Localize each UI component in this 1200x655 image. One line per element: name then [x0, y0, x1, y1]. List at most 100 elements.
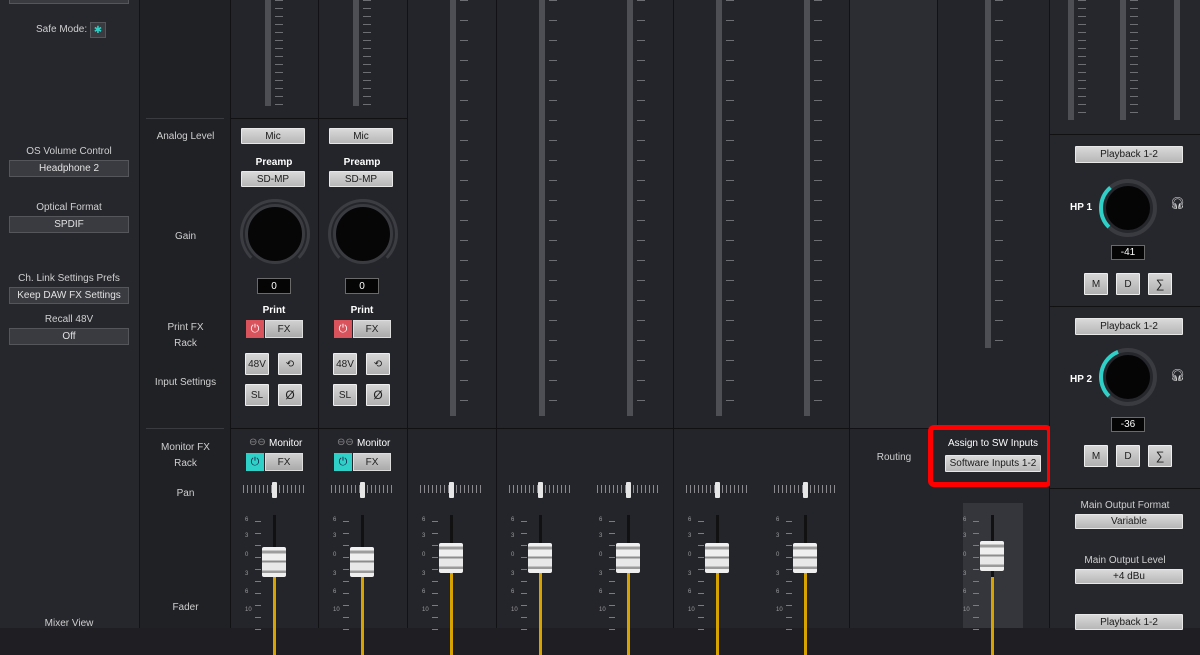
analog-level-button[interactable]: Mic [329, 128, 393, 144]
hp1-dim-button[interactable]: D [1116, 273, 1140, 295]
print-label: Print [350, 305, 374, 316]
os-volume-select[interactable]: Headphone 2 [9, 160, 129, 177]
fader[interactable]: 6 3 0 3 6 10 [333, 515, 393, 655]
fader-handle[interactable] [705, 543, 729, 573]
fader[interactable]: 6 3 0 3 6 10 [599, 515, 659, 655]
hp1-sum-button[interactable]: ∑ [1148, 273, 1172, 295]
phase-button[interactable]: Ø [278, 384, 302, 406]
pan-slider[interactable] [509, 482, 571, 498]
print-label: Print [262, 305, 286, 316]
phantom-48v-button[interactable]: 48V [333, 353, 357, 375]
fader[interactable]: 6 3 0 3 6 10 [422, 515, 482, 655]
sl-button[interactable]: SL [333, 384, 357, 406]
print-fx-label-2: Rack [174, 338, 197, 349]
pan-slider[interactable] [243, 482, 305, 498]
chlink-select[interactable]: Keep DAW FX Settings [9, 287, 129, 304]
divider [146, 428, 224, 429]
pan-slider[interactable] [420, 482, 482, 498]
hp2-source-select[interactable]: Playback 1-2 [1075, 318, 1183, 335]
monitor-fx-button[interactable]: FX [353, 453, 391, 471]
gear-icon: ✱ [93, 24, 103, 36]
fader-handle[interactable] [350, 547, 374, 577]
fader-handle[interactable] [616, 543, 640, 573]
gain-knob[interactable] [333, 204, 393, 264]
channel-strip-3: 6 3 0 3 6 10 [408, 0, 497, 655]
main-output-format-select[interactable]: Variable [1075, 514, 1183, 529]
fader[interactable]: 6 3 0 3 6 10 [688, 515, 748, 655]
hp2-dim-button[interactable]: D [1116, 445, 1140, 467]
optical-format-select[interactable]: SPDIF [9, 216, 129, 233]
preamp-select[interactable]: SD-MP [241, 171, 305, 187]
fader[interactable]: 6 3 0 3 6 10 [776, 515, 836, 655]
print-fx-button[interactable]: FX [265, 320, 303, 338]
fader-handle[interactable] [262, 547, 286, 577]
empty-strip: Routing [850, 0, 938, 628]
monitor-label: Monitor [357, 438, 391, 449]
hp1-mute-button[interactable]: M [1084, 273, 1108, 295]
fader[interactable]: 6 3 0 3 6 10 [245, 515, 305, 655]
gain-value[interactable]: 0 [257, 278, 291, 294]
hp2-knob-ring[interactable] [1097, 346, 1159, 408]
channel-strip-6: 6 3 0 3 6 10 [674, 0, 763, 655]
reset-icon[interactable]: ⟲ [278, 353, 302, 375]
monitor-power-icon[interactable]: ⏻ [246, 453, 264, 471]
divider [1050, 306, 1200, 307]
top-field-stub[interactable] [9, 0, 129, 4]
monitor-fx-button[interactable]: FX [265, 453, 303, 471]
fader-handle[interactable] [980, 541, 1004, 571]
link-icon[interactable]: ⊖⊖ [249, 437, 266, 448]
meter-bar [450, 0, 456, 416]
os-volume-label: OS Volume Control [26, 146, 112, 157]
fader[interactable]: 6 3 0 3 6 10 [511, 515, 571, 655]
hp2-mute-button[interactable]: M [1084, 445, 1108, 467]
master-fader[interactable]: 6 3 0 3 6 10 [963, 515, 1023, 655]
out-meter-2 [1120, 0, 1126, 120]
gain-knob[interactable] [245, 204, 305, 264]
main-output-level-select[interactable]: +4 dBu [1075, 569, 1183, 584]
divider [231, 118, 318, 119]
phantom-48v-button[interactable]: 48V [245, 353, 269, 375]
analog-level-button[interactable]: Mic [241, 128, 305, 144]
divider [319, 428, 407, 429]
fader-handle[interactable] [528, 543, 552, 573]
recall-48v-select[interactable]: Off [9, 328, 129, 345]
link-icon[interactable]: ⊖⊖ [337, 437, 354, 448]
divider [497, 428, 585, 429]
monitor-power-icon[interactable]: ⏻ [334, 453, 352, 471]
channel-strip-2: Mic Preamp SD-MP 0 Print ⏻ FX 48V ⟲ SL Ø… [319, 0, 408, 655]
master-meter-bar [985, 0, 991, 348]
pan-slider[interactable] [774, 482, 836, 498]
pan-slider[interactable] [686, 482, 748, 498]
output-panel: Playback 1-2 HP 1 🎧︎ -41 M D ∑ Playback … [1050, 0, 1200, 630]
divider [1050, 488, 1200, 489]
headphones-icon: 🎧︎ [1170, 196, 1186, 210]
pan-slider[interactable] [331, 482, 393, 498]
hp2-value[interactable]: -36 [1111, 417, 1145, 432]
meter-scale [726, 0, 734, 416]
preamp-label: Preamp [343, 157, 381, 168]
hp1-value[interactable]: -41 [1111, 245, 1145, 260]
print-fx-button[interactable]: FX [353, 320, 391, 338]
fader-handle[interactable] [439, 543, 463, 573]
meter-scale [637, 0, 645, 416]
fader-label: Fader [172, 602, 199, 613]
hp2-sum-button[interactable]: ∑ [1148, 445, 1172, 467]
preamp-select[interactable]: SD-MP [329, 171, 393, 187]
safe-mode-toggle[interactable]: ✱ [90, 22, 106, 38]
print-power-icon[interactable]: ⏻ [246, 320, 264, 338]
monitor-fx-label-2: Rack [174, 458, 197, 469]
print-power-icon[interactable]: ⏻ [334, 320, 352, 338]
hp1-source-select[interactable]: Playback 1-2 [1075, 146, 1183, 163]
gain-value[interactable]: 0 [345, 278, 379, 294]
hp2-label: HP 2 [1070, 374, 1093, 385]
channel-strip-1: Mic Preamp SD-MP 0 Print ⏻ FX 48V ⟲ SL Ø… [231, 0, 319, 655]
sl-button[interactable]: SL [245, 384, 269, 406]
fader-handle[interactable] [793, 543, 817, 573]
meter-bar [627, 0, 633, 416]
phase-button[interactable]: Ø [366, 384, 390, 406]
pan-slider[interactable] [597, 482, 659, 498]
meter-scale [275, 0, 283, 106]
meter-bar [353, 0, 359, 106]
reset-icon[interactable]: ⟲ [366, 353, 390, 375]
hp1-knob-ring[interactable] [1097, 177, 1159, 239]
